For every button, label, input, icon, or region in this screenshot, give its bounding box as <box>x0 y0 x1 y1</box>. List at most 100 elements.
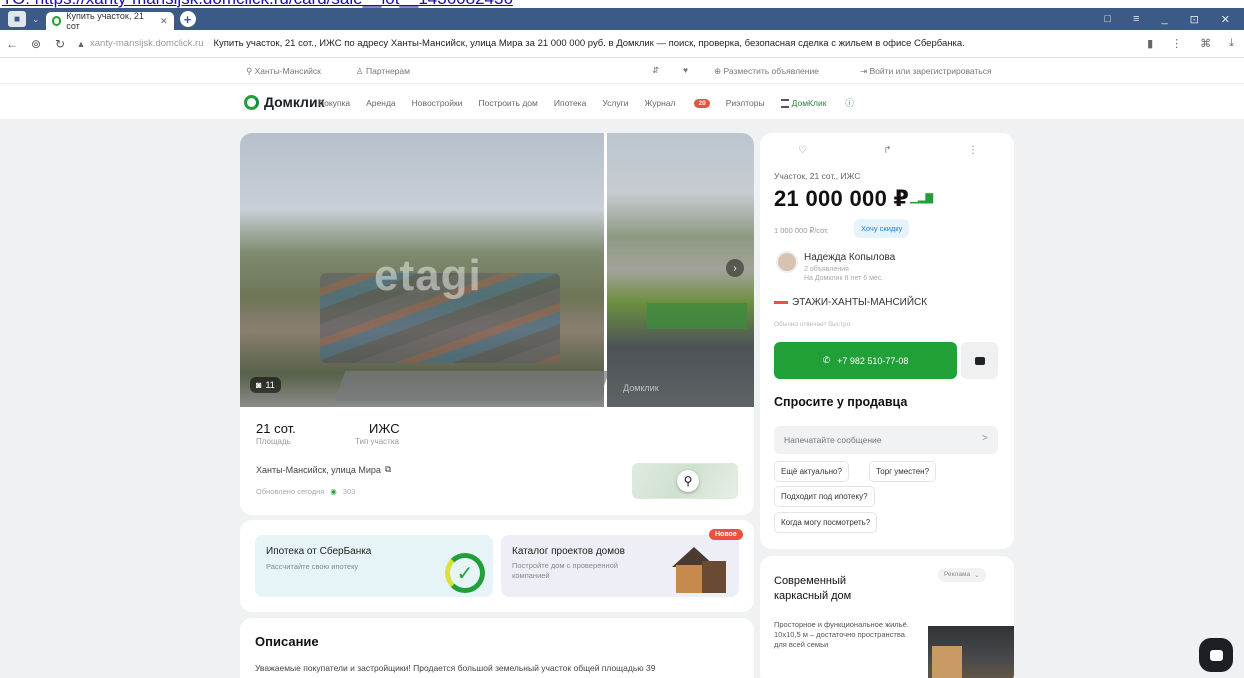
ad-tag-text: Реклама <box>944 571 971 578</box>
login-link[interactable]: ⇥ Войти или зарегистрироваться <box>860 66 992 77</box>
logo-text: Домклик <box>264 94 325 110</box>
menu-icon[interactable]: ≡ <box>1133 13 1139 26</box>
tabs-view-icon[interactable]: □ <box>1104 13 1111 26</box>
browser-tab[interactable]: Купить участок, 21 сот ✕ <box>45 11 174 31</box>
extensions-icon[interactable]: ⌘ <box>1200 37 1211 50</box>
nav-item-build-house[interactable]: Построить дом <box>478 97 537 109</box>
domclick-pro-link[interactable]: ДомКлик ⓘ <box>780 97 870 109</box>
address-domain[interactable]: xanty-mansijsk.domclick.ru <box>90 38 204 49</box>
domclick-favicon-icon <box>51 16 62 26</box>
favorites-icon[interactable]: ♥ <box>683 65 688 75</box>
site-nav: Домклик Покупка Аренда Новостройки Постр… <box>0 84 1244 120</box>
map-thumbnail[interactable]: ⚲ <box>632 463 738 499</box>
description-card: Описание Уважаемые покупатели и застройщ… <box>240 618 754 678</box>
close-window-icon[interactable]: ✕ <box>1221 13 1230 26</box>
lock-icon[interactable]: ▲ <box>72 39 90 49</box>
promo-card: Ипотека от СберБанка Рассчитайте свою ип… <box>240 520 754 612</box>
nav-item-new-buildings[interactable]: Новостройки <box>412 97 463 109</box>
quick-question-chip[interactable]: Торг уместен? <box>869 461 937 482</box>
address: Ханты-Мансийск, улица Мира ⧉ <box>256 464 391 475</box>
agent-since: На Домклик 8 лет 6 мес. <box>804 275 884 282</box>
share-icon[interactable]: ↱ <box>883 145 891 156</box>
address-page-title[interactable]: Купить участок, 21 сот., ИЖС по адресу Х… <box>214 38 965 49</box>
domclick-pro-text: ДомКлик <box>791 98 827 108</box>
reload-icon[interactable]: ↻ <box>48 37 72 51</box>
more-options-icon[interactable]: ⋮ <box>968 145 978 156</box>
secondary-photo[interactable]: › Домклик <box>607 133 754 407</box>
send-icon[interactable]: > <box>982 433 988 444</box>
close-tab-icon[interactable]: ✕ <box>160 16 168 27</box>
compare-icon[interactable]: ⇵ <box>652 65 659 76</box>
price-chart-icon[interactable]: ▁▂▇ <box>910 193 933 204</box>
photo-watermark: etagi <box>374 251 482 300</box>
mortgage-promo-title: Ипотека от СберБанка <box>266 546 372 557</box>
chevron-down-icon: ⌄ <box>974 572 980 579</box>
maximize-icon[interactable]: ⊡ <box>1190 13 1199 26</box>
post-ad-text: Разместить объявление <box>723 66 819 76</box>
nav-item-realtors[interactable]: Риэлторы <box>726 97 765 109</box>
ad-image <box>928 626 1014 678</box>
photo-count-badge[interactable]: ◙ 11 <box>250 377 281 393</box>
bookmark-icon[interactable]: ▮ <box>1147 37 1153 50</box>
browser-tabbar: ■ ⌄ Купить участок, 21 сот ✕ + □ ≡ _ ⊡ ✕ <box>0 8 1244 31</box>
nav-item-journal-label: Журнал <box>644 98 676 108</box>
house-illustration-icon <box>666 547 726 593</box>
price: 21 000 000 ₽ <box>774 186 910 211</box>
copy-icon[interactable]: ⧉ <box>385 464 391 475</box>
photo-watermark-small: Домклик <box>623 383 659 393</box>
address-text: Ханты-Мансийск, улица Мира <box>256 464 381 475</box>
history-icon[interactable]: ⊚ <box>24 37 48 51</box>
main-photo[interactable]: etagi ◙ 11 <box>240 133 610 407</box>
more-icon[interactable]: ⋮ <box>1171 37 1182 50</box>
nav-item-services[interactable]: Услуги <box>602 97 628 109</box>
agency-link[interactable]: ЭТАЖИ-ХАНТЫ-МАНСИЙСК <box>774 297 927 308</box>
agency-logo-icon <box>774 301 788 304</box>
quick-question-chip[interactable]: Когда могу посмотреть? <box>774 512 878 533</box>
price-card: ♡ ↱ ⋮ Участок, 21 сот., ИЖС 21 000 000 ₽… <box>760 133 1014 549</box>
download-icon[interactable]: ⤓ <box>1229 37 1234 50</box>
plot-type-value: ИЖС <box>369 421 400 436</box>
nav-item-mortgage[interactable]: Ипотека <box>554 97 586 109</box>
minimize-icon[interactable]: _ <box>1161 13 1167 26</box>
views-count: 303 <box>342 487 356 496</box>
mortgage-promo[interactable]: Ипотека от СберБанка Рассчитайте свою ип… <box>255 535 493 597</box>
next-photo-icon[interactable]: › <box>726 259 744 277</box>
message-button[interactable] <box>961 342 998 379</box>
discount-button[interactable]: Хочу скидку <box>854 219 910 238</box>
chat-widget-button[interactable] <box>1199 638 1233 672</box>
nav-item-buy[interactable]: Покупка <box>318 97 350 109</box>
quick-question-chip[interactable]: Ещё актуально? <box>774 461 849 482</box>
nav-item-rent[interactable]: Аренда <box>366 97 396 109</box>
location-link[interactable]: ⚲ Ханты-Мансийск <box>246 66 321 77</box>
map-pin-icon: ⚲ <box>677 470 699 492</box>
new-badge: Новое <box>709 529 743 540</box>
message-input[interactable] <box>774 426 998 454</box>
mortgage-promo-subtitle: Рассчитайте свою ипотеку <box>266 562 359 571</box>
favorite-heart-icon[interactable]: ♡ <box>798 145 807 156</box>
domclick-logo[interactable]: Домклик <box>244 94 325 110</box>
browser-menu-icon[interactable]: ■ <box>8 11 26 27</box>
chevron-down-icon[interactable]: ⌄ <box>32 14 40 25</box>
ad-title: Современный каркасный дом <box>774 575 852 602</box>
ask-seller-heading: Спросите у продавца <box>774 395 908 409</box>
partners-text: Партнерам <box>365 66 410 76</box>
photo-count: 11 <box>265 380 275 390</box>
new-tab-button[interactable]: + <box>179 11 196 27</box>
chat-icon <box>974 356 985 365</box>
call-button[interactable]: ✆ +7 982 510-77-08 <box>774 342 957 379</box>
photo-fence <box>647 303 747 329</box>
agent-name[interactable]: Надежда Копылова <box>804 252 895 263</box>
house-catalog-promo[interactable]: Каталог проектов домов Постройте дом с п… <box>501 535 739 597</box>
partners-link[interactable]: ♙ Партнерам <box>356 66 410 77</box>
back-icon[interactable]: ← <box>0 37 24 51</box>
eye-icon: ◉ <box>330 487 337 496</box>
quick-question-chip[interactable]: Подходит под ипотеку? <box>774 486 875 507</box>
agent-avatar[interactable] <box>776 251 798 273</box>
post-ad-link[interactable]: ⊕ Разместить объявление <box>714 66 819 77</box>
ad-tag[interactable]: Реклама ⌄ <box>938 568 986 582</box>
domclick-logo-icon <box>244 94 259 110</box>
ad-card[interactable]: Реклама ⌄ Современный каркасный дом Прост… <box>760 556 1014 678</box>
location-text: Ханты-Мансийск <box>254 66 321 76</box>
nav-item-journal[interactable]: Журнал 20 <box>644 97 710 109</box>
description-heading: Описание <box>255 634 319 649</box>
